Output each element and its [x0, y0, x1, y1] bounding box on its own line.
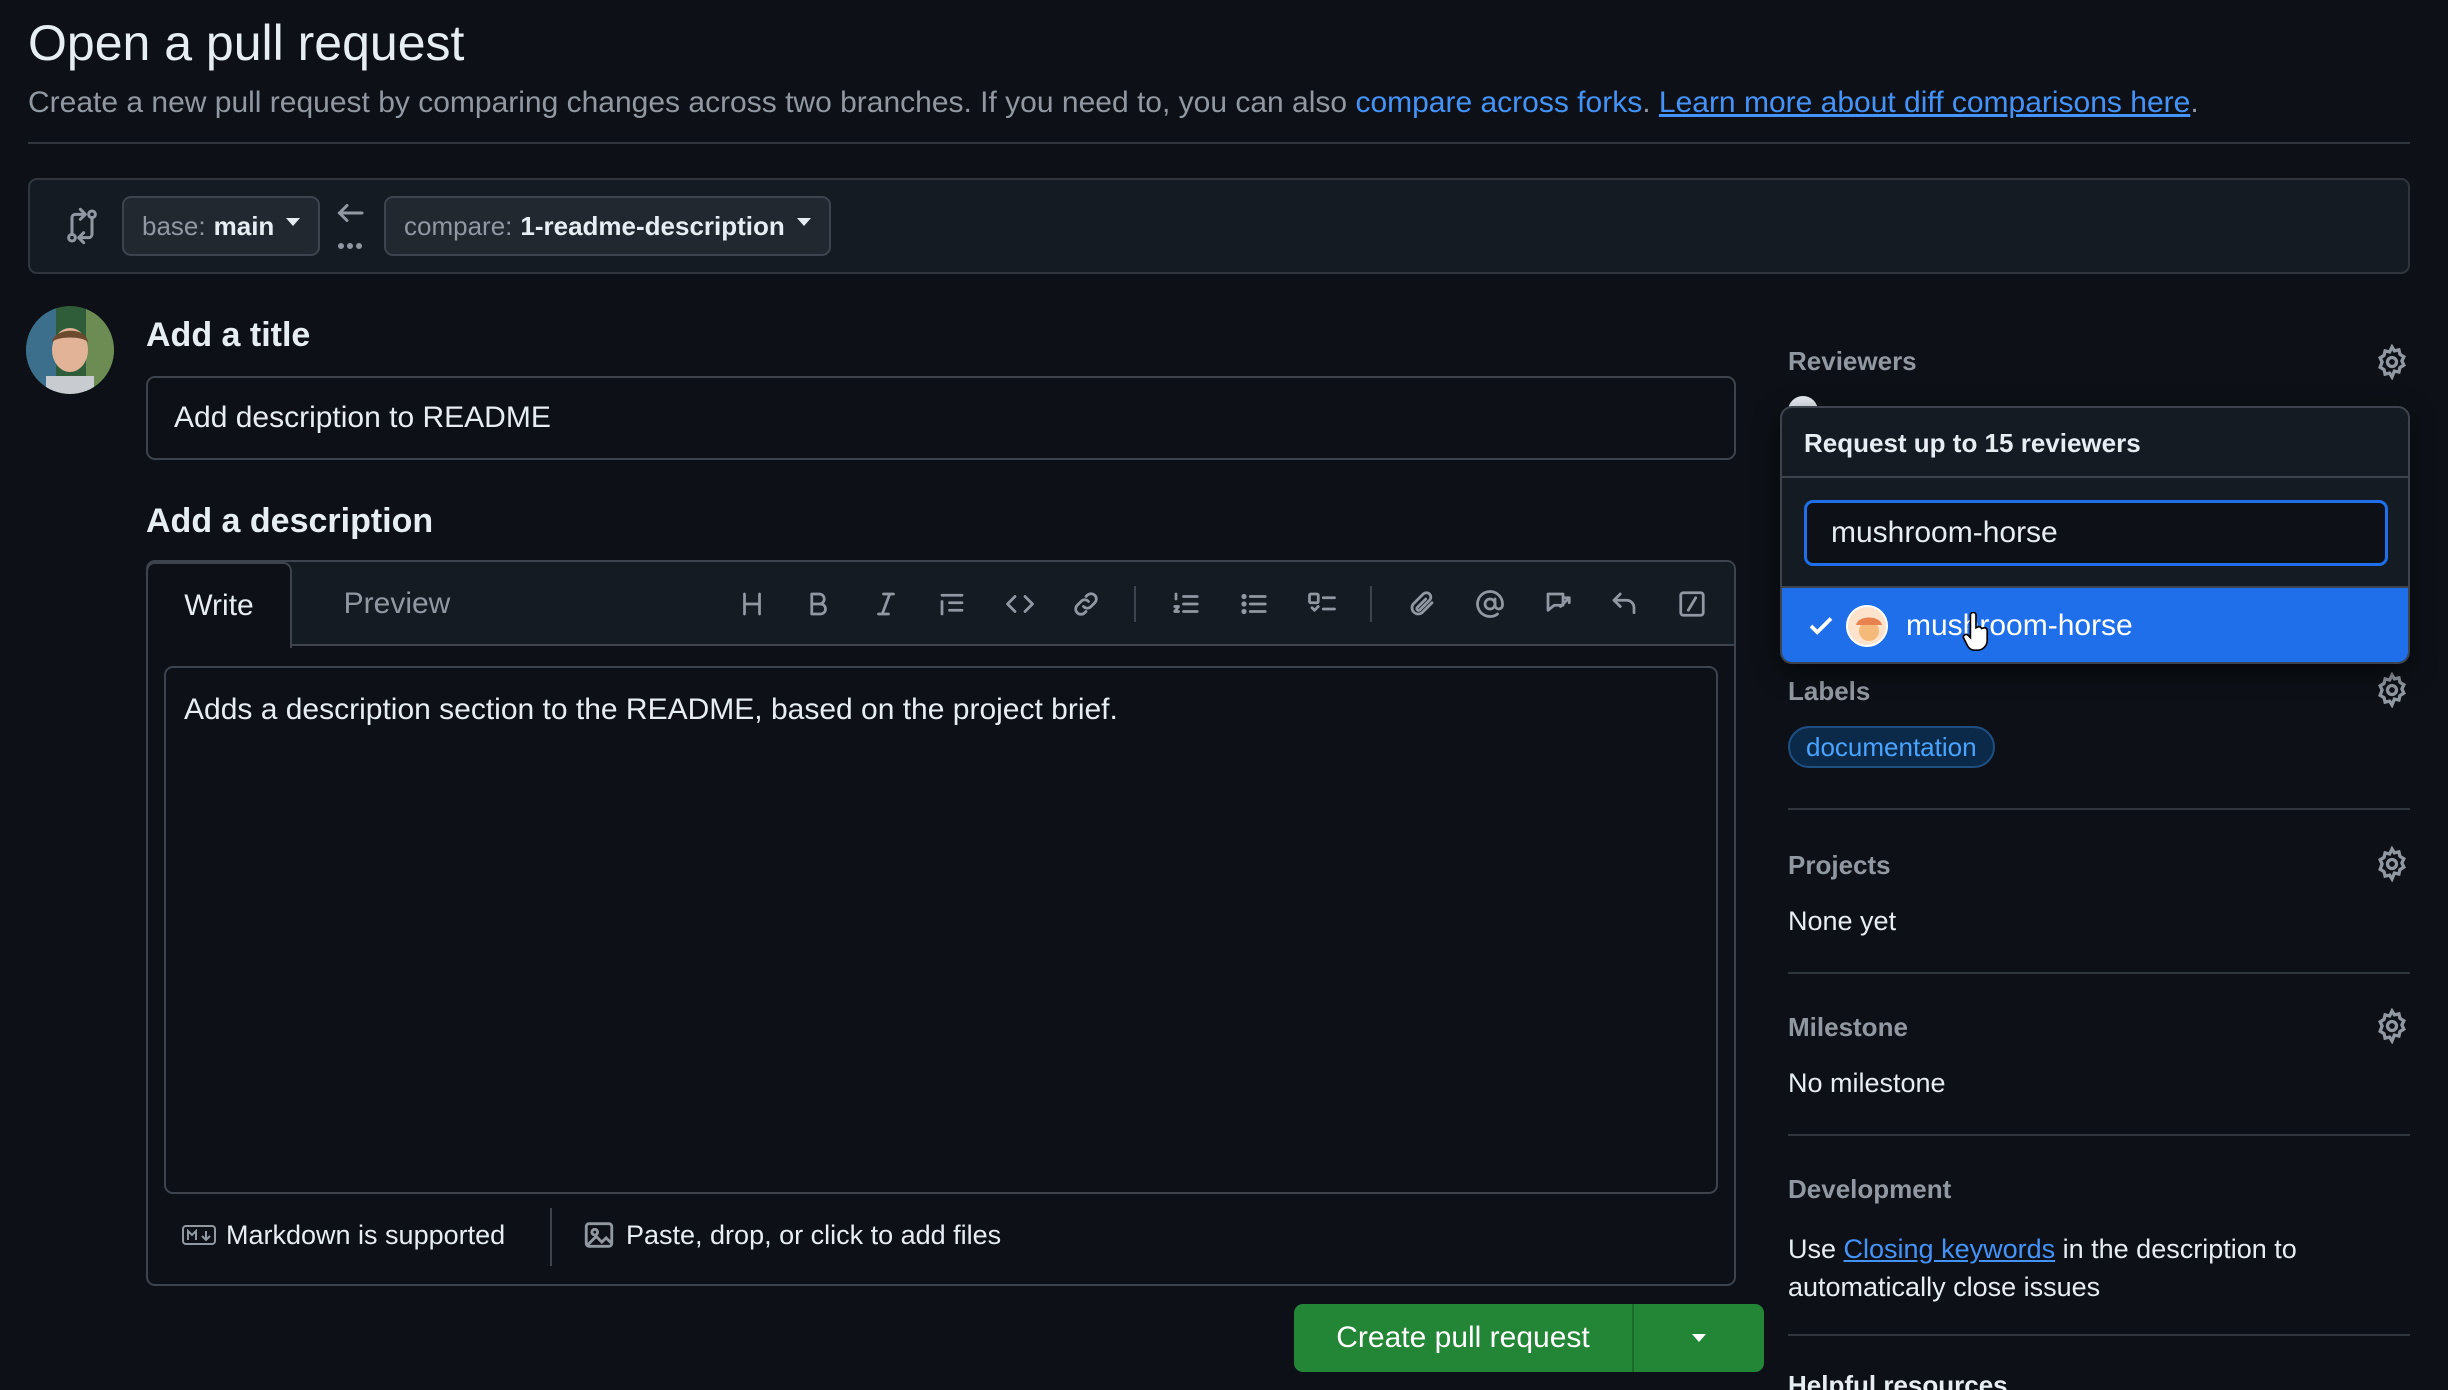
- labels-heading: Labels: [1788, 676, 1871, 706]
- branch-range-bar: base: main compare: 1-readme-description: [28, 178, 2410, 274]
- create-pr-button-group: Create pull request: [1294, 1304, 1764, 1372]
- avatar[interactable]: [26, 306, 114, 394]
- reviewer-option[interactable]: mushroom-horse: [1782, 588, 2408, 662]
- hand-cursor-icon: [1962, 611, 1990, 652]
- base-branch-select[interactable]: base: main: [122, 196, 321, 256]
- markdown-note-text: Markdown is supported: [226, 1219, 506, 1250]
- subtitle-period: .: [1642, 86, 1651, 119]
- italic-icon[interactable]: [864, 582, 908, 626]
- code-icon[interactable]: [998, 582, 1042, 626]
- milestone-heading: Milestone: [1788, 1012, 1908, 1042]
- closing-keywords-link[interactable]: Closing keywords: [1844, 1234, 2056, 1264]
- development-line2: automatically close issues: [1788, 1272, 2101, 1302]
- chevron-down-icon: [796, 218, 811, 226]
- development-heading: Development: [1788, 1174, 1952, 1204]
- milestone-value: No milestone: [1788, 1068, 1946, 1098]
- chevron-down-icon: [1692, 1334, 1706, 1342]
- bold-icon[interactable]: [796, 582, 840, 626]
- toolbar-divider: [1134, 586, 1136, 622]
- popup-divider: [1782, 476, 2408, 478]
- development-suffix: in the description to: [2055, 1234, 2297, 1264]
- toolbar-divider: [1370, 586, 1372, 622]
- milestone-gear-icon[interactable]: [2374, 1007, 2410, 1045]
- reviewers-popup: Request up to 15 reviewers mushroom-hors…: [1780, 406, 2410, 664]
- reviewers-popup-title: Request up to 15 reviewers: [1804, 428, 2141, 458]
- tab-write[interactable]: Write: [146, 562, 292, 648]
- description-editor: Write Preview Adds a description section…: [146, 560, 1736, 1286]
- reviewer-name: mushroom-horse: [1906, 609, 2133, 642]
- page-title: Open a pull request: [28, 15, 465, 71]
- check-icon: [1806, 611, 1836, 641]
- base-prefix: base:: [142, 210, 206, 241]
- editor-toolbar: Write Preview: [146, 562, 1734, 648]
- image-icon: [584, 1222, 614, 1248]
- add-files-area[interactable]: Paste, drop, or click to add files: [582, 1218, 1001, 1252]
- create-pr-options-button[interactable]: [1634, 1304, 1764, 1372]
- sidebar-divider: [1788, 1334, 2410, 1336]
- projects-heading: Projects: [1788, 850, 1891, 880]
- unordered-list-icon[interactable]: [1232, 582, 1276, 626]
- reviewers-heading: Reviewers: [1788, 346, 1917, 376]
- quote-icon[interactable]: [930, 582, 974, 626]
- learn-more-link[interactable]: Learn more about diff comparisons here: [1659, 86, 2190, 119]
- create-pull-request-button[interactable]: Create pull request: [1294, 1304, 1634, 1372]
- chevron-down-icon: [286, 218, 301, 226]
- markdown-note[interactable]: Markdown is supported: [182, 1218, 505, 1252]
- description-label: Add a description: [146, 502, 434, 540]
- compare-forks-link[interactable]: compare across forks: [1355, 86, 1642, 119]
- link-icon[interactable]: [1064, 582, 1108, 626]
- reviewer-search-input[interactable]: [1804, 500, 2388, 566]
- subtitle-text: Create a new pull request by comparing c…: [28, 86, 1356, 119]
- title-label: Add a title: [146, 316, 311, 354]
- projects-value: None yet: [1788, 906, 1897, 936]
- task-list-icon[interactable]: [1300, 582, 1344, 626]
- sidebar-divider: [1788, 808, 2410, 810]
- development-text: Use Closing keywords in the description …: [1788, 1230, 2297, 1306]
- reply-icon[interactable]: [1602, 582, 1646, 626]
- attach-icon[interactable]: [1400, 582, 1444, 626]
- git-compare-icon: [62, 206, 102, 246]
- labels-gear-icon[interactable]: [2374, 671, 2410, 709]
- description-textarea[interactable]: Adds a description section to the README…: [164, 666, 1718, 1194]
- title-input[interactable]: [146, 376, 1736, 460]
- mention-icon[interactable]: [1468, 582, 1512, 626]
- page-subtitle: Create a new pull request by comparing c…: [28, 86, 2199, 120]
- development-prefix: Use: [1788, 1234, 1844, 1264]
- reviewers-gear-icon[interactable]: [2374, 343, 2410, 381]
- heading-icon[interactable]: [730, 582, 774, 626]
- ordered-list-icon[interactable]: [1164, 582, 1208, 626]
- reviewer-avatar: [1846, 605, 1888, 647]
- header-divider: [28, 142, 2410, 144]
- slash-command-icon[interactable]: [1670, 582, 1714, 626]
- add-files-text: Paste, drop, or click to add files: [626, 1219, 1002, 1250]
- helpful-resources-heading: Helpful resources: [1788, 1370, 2008, 1390]
- cross-reference-icon[interactable]: [1536, 582, 1580, 626]
- compare-value: 1-readme-description: [520, 210, 785, 241]
- compare-prefix: compare:: [404, 210, 513, 241]
- sidebar-divider: [1788, 972, 2410, 974]
- projects-gear-icon[interactable]: [2374, 845, 2410, 883]
- markdown-icon: [182, 1225, 216, 1245]
- tab-preview[interactable]: Preview: [322, 562, 472, 646]
- label-documentation[interactable]: documentation: [1788, 726, 1995, 768]
- sidebar-divider: [1788, 1134, 2410, 1136]
- arrow-left-icon: [332, 200, 368, 256]
- base-value: main: [213, 210, 275, 241]
- compare-branch-select[interactable]: compare: 1-readme-description: [384, 196, 831, 256]
- footer-divider: [550, 1208, 552, 1266]
- subtitle-period-2: .: [2190, 86, 2199, 119]
